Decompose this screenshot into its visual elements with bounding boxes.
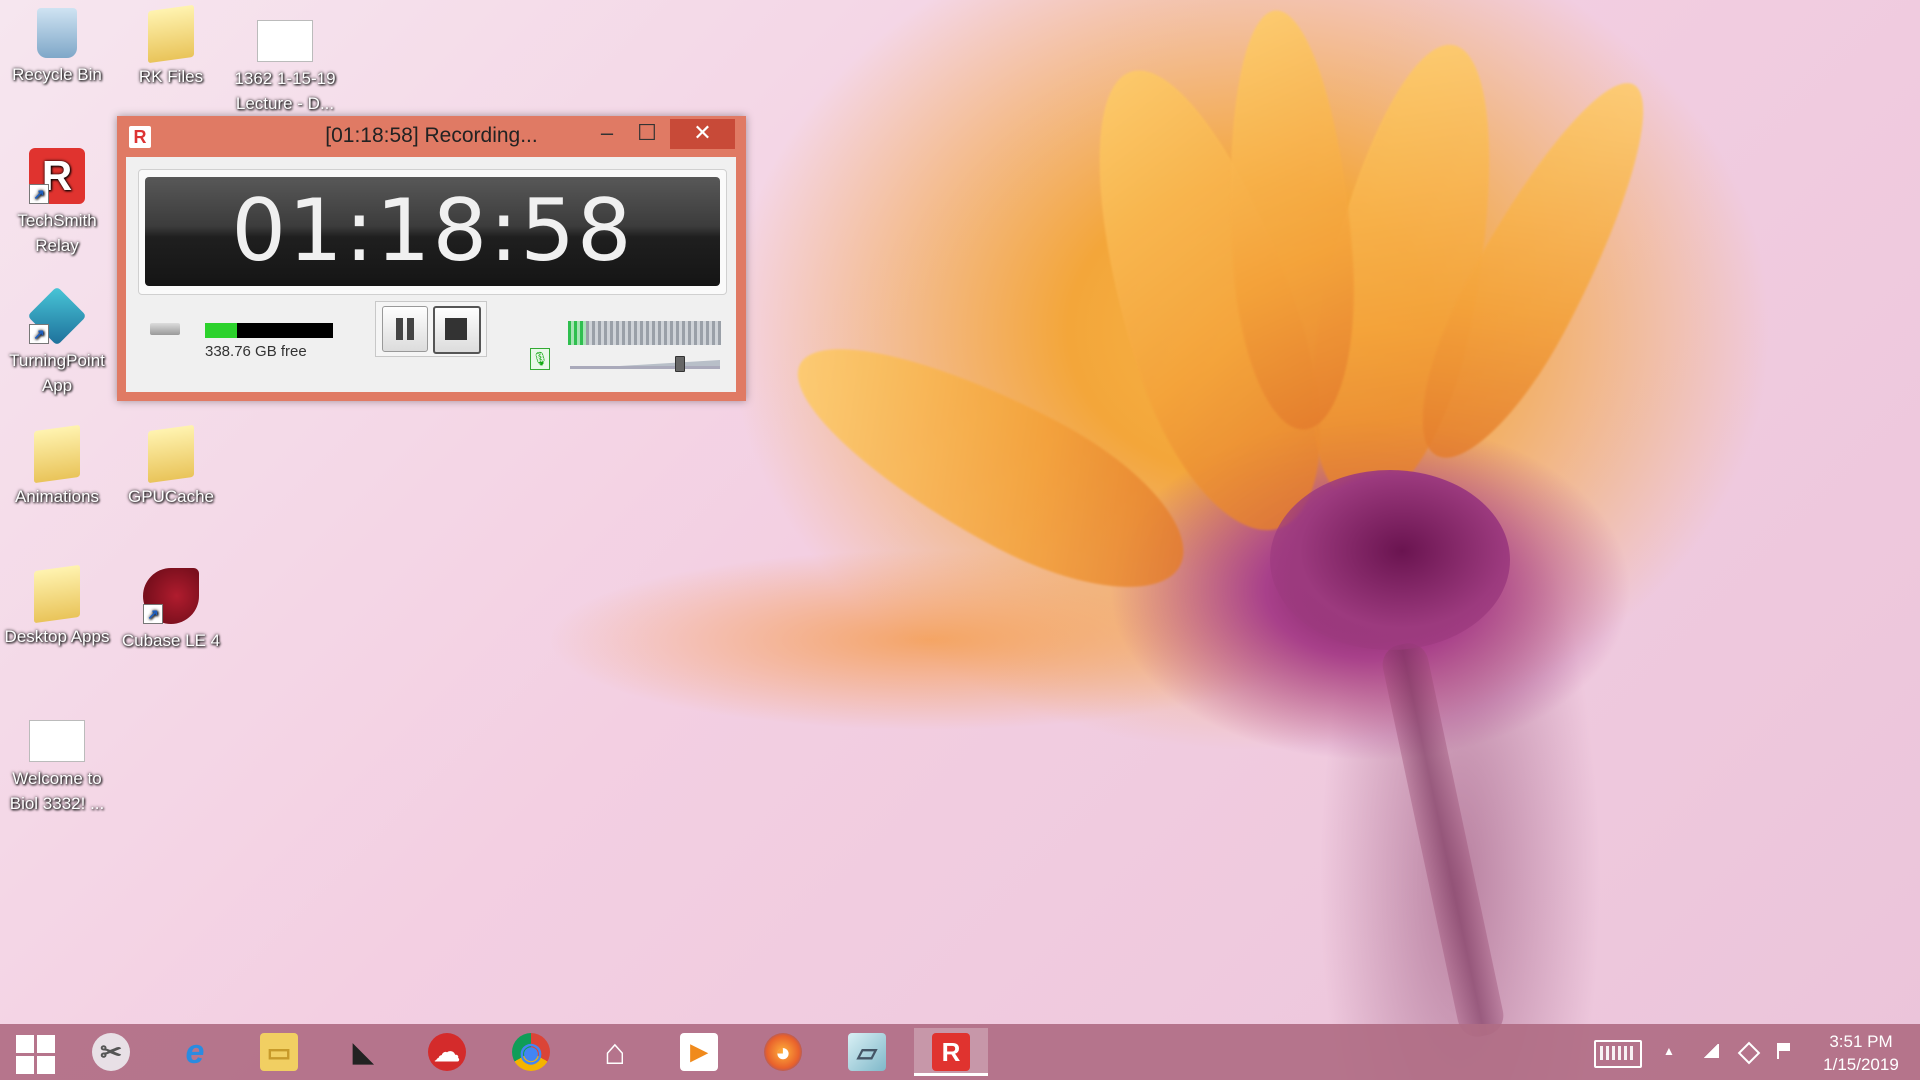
system-clock[interactable]: 3:51 PM 1/15/2019 [1806,1030,1916,1076]
taskbar-media-player[interactable]: ▶ [662,1028,736,1076]
recording-timer: 01:18:58 [145,177,720,286]
home-icon: ⌂ [604,1031,626,1072]
desktop-icon-label: TechSmith Relay [17,211,97,255]
desktop-icon-label: 1362 1-15-19 Lecture - D... [234,69,336,113]
desktop-icon-welcome-document[interactable]: Welcome to Biol 3332! ... [2,708,112,816]
taskbar-home-app[interactable]: ⌂ [578,1028,652,1076]
hard-drive-icon [150,323,180,335]
scissors-icon: ✂ [92,1033,130,1071]
taskbar-chrome[interactable]: ◉ [494,1028,568,1076]
document-icon [257,20,313,62]
pause-button[interactable] [382,306,428,352]
pen-icon: ◣ [353,1037,373,1067]
disk-space-fill [205,323,237,338]
start-button[interactable] [0,1028,74,1076]
wallpaper-flower-head [1270,470,1510,650]
desktop-icon-label: Welcome to Biol 3332! ... [9,769,105,813]
desktop-icon-gpucache[interactable]: GPUCache [116,424,226,509]
desktop-icon-recycle-bin[interactable]: Recycle Bin [2,8,112,87]
desktop-icon-label: GPUCache [128,487,214,506]
folder-icon [148,4,194,64]
maximize-button[interactable]: ☐ [627,119,667,149]
techsmith-relay-icon: R ↗ [29,148,85,204]
show-hidden-icons-button[interactable]: ▲ [1658,1040,1680,1062]
shortcut-arrow-icon: ↗ [29,324,49,344]
network-icon[interactable] [1700,1040,1722,1062]
desktop-icon-label: RK Files [138,67,204,86]
desktop-icon-lecture-document[interactable]: 1362 1-15-19 Lecture - D... [230,8,340,116]
folder-icon [34,424,80,484]
dropbox-icon[interactable] [1736,1040,1761,1065]
stop-icon [445,318,467,340]
recorder-titlebar[interactable]: R [01:18:58] Recording... – ☐ ✕ [117,116,746,156]
minimize-button[interactable]: – [587,119,627,149]
audio-level-fill [568,321,587,345]
microphone-icon[interactable]: 🎙 [530,348,550,370]
disk-free-text: 338.76 GB free [205,343,307,360]
timer-frame: 01:18:58 [138,169,727,295]
firefox-icon: ◕ [764,1033,802,1071]
recorder-panel: 01:18:58 338.76 GB free 🎙 [126,157,736,392]
techsmith-relay-icon: R [932,1033,970,1071]
document-icon [29,720,85,762]
taskbar-pen-app[interactable]: ◣ [326,1028,400,1076]
cloud-icon: ☁ [428,1033,466,1071]
windows-logo-icon [16,1035,56,1075]
volume-slider[interactable] [570,356,720,372]
desktop-icon-label: Animations [14,487,100,506]
desktop-icon-techsmith-relay[interactable]: R ↗ TechSmith Relay [2,148,112,258]
desktop-icon-rk-files[interactable]: RK Files [116,4,226,89]
folder-icon: ▭ [260,1033,298,1071]
desktop-icon-cubase[interactable]: ↗ Cubase LE 4 [116,568,226,653]
recording-controls [375,301,487,357]
turningpoint-icon: ↗ [27,286,87,346]
cubase-icon: ↗ [143,568,199,624]
touch-keyboard-icon[interactable] [1594,1040,1642,1068]
shortcut-arrow-icon: ↗ [143,604,163,624]
shortcut-arrow-icon: ↗ [29,184,49,204]
taskbar-file-explorer[interactable]: ▭ [242,1028,316,1076]
desktop-icon-label: TurningPoint App [9,351,105,395]
desktop-icon-label: Cubase LE 4 [121,631,221,650]
internet-explorer-icon: e [185,1033,205,1071]
recycle-bin-icon [37,8,77,58]
desktop-icon-animations[interactable]: Animations [2,424,112,509]
taskbar-internet-explorer[interactable]: e [158,1028,232,1076]
folder-icon [34,564,80,624]
volume-track [570,366,720,369]
close-button[interactable]: ✕ [670,119,735,149]
taskbar-firefox[interactable]: ◕ [746,1028,820,1076]
taskbar: ✂ e ▭ ◣ ☁ ◉ ⌂ ▶ ◕ ▱ R ▲ 3:51 PM 1/15/201… [0,1024,1920,1080]
stop-button[interactable] [433,306,481,354]
chrome-icon: ◉ [512,1033,550,1071]
recorder-window: R [01:18:58] Recording... – ☐ ✕ 01:18:58… [117,116,746,401]
desktop-icon-label: Desktop Apps [4,627,110,646]
audio-level-meter [568,321,721,345]
clock-date: 1/15/2019 [1823,1055,1899,1074]
taskbar-cloud-app[interactable]: ☁ [410,1028,484,1076]
taskbar-techsmith-relay[interactable]: R [914,1028,988,1076]
desktop-icon-label: Recycle Bin [12,65,102,84]
desktop-icon-turningpoint-app[interactable]: ↗ TurningPoint App [2,286,112,398]
clock-time: 3:51 PM [1829,1032,1893,1051]
folder-icon [148,424,194,484]
desktop-icon-desktop-apps[interactable]: Desktop Apps [2,564,112,649]
action-center-flag-icon[interactable] [1772,1040,1794,1062]
play-icon: ▶ [680,1033,718,1071]
volume-thumb[interactable] [675,356,685,372]
wallpaper-flower-stem [1378,639,1508,1041]
taskbar-notes-app[interactable]: ▱ [830,1028,904,1076]
disk-space-bar [205,323,333,338]
notes-icon: ▱ [848,1033,886,1071]
taskbar-snipping-tool[interactable]: ✂ [74,1028,148,1076]
